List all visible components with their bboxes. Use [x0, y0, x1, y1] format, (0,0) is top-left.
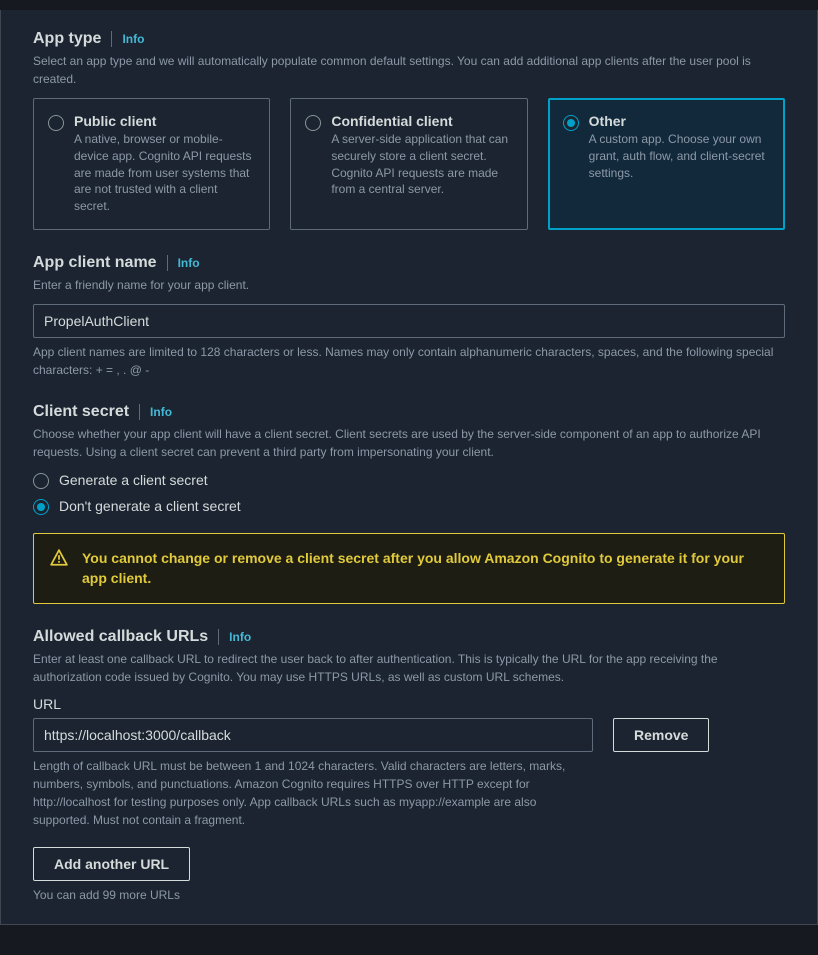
app-client-name-helper: App client names are limited to 128 char…	[33, 343, 785, 379]
app-client-settings-panel: App type Info Select an app type and we …	[0, 10, 818, 925]
callback-url-input[interactable]	[33, 718, 593, 752]
app-type-section: App type Info Select an app type and we …	[33, 30, 785, 230]
add-url-row: Add another URL	[33, 847, 785, 881]
label-row: App type Info	[33, 30, 785, 48]
app-client-name-section: App client name Info Enter a friendly na…	[33, 254, 785, 379]
client-secret-section: Client secret Info Choose whether your a…	[33, 403, 785, 604]
warning-text: You cannot change or remove a client sec…	[82, 548, 768, 589]
app-type-tiles: Public client A native, browser or mobil…	[33, 98, 785, 230]
radio-icon	[48, 115, 64, 131]
radio-icon	[563, 115, 579, 131]
client-secret-option-generate[interactable]: Generate a client secret	[33, 471, 785, 489]
callback-url-helper: Length of callback URL must be between 1…	[33, 757, 593, 829]
warning-icon	[50, 549, 68, 567]
separator	[218, 629, 219, 645]
radio-label: Generate a client secret	[59, 472, 208, 488]
app-type-info-link[interactable]: Info	[122, 32, 144, 46]
app-client-name-input[interactable]	[33, 304, 785, 338]
separator	[167, 255, 168, 271]
app-client-name-title: App client name	[33, 254, 157, 272]
tile-desc: A native, browser or mobile-device app. …	[74, 131, 253, 215]
add-url-helper: You can add 99 more URLs	[33, 886, 785, 904]
app-type-option-confidential-client[interactable]: Confidential client A server-side applic…	[290, 98, 527, 230]
radio-label: Don't generate a client secret	[59, 498, 241, 514]
callback-urls-desc: Enter at least one callback URL to redir…	[33, 650, 785, 686]
add-another-url-button[interactable]: Add another URL	[33, 847, 190, 881]
app-type-title: App type	[33, 30, 101, 48]
radio-icon	[33, 499, 49, 515]
client-secret-desc: Choose whether your app client will have…	[33, 425, 785, 461]
app-type-option-other[interactable]: Other A custom app. Choose your own gran…	[548, 98, 785, 230]
callback-urls-section: Allowed callback URLs Info Enter at leas…	[33, 628, 785, 904]
tile-title: Confidential client	[331, 113, 510, 129]
client-secret-option-dont-generate[interactable]: Don't generate a client secret	[33, 497, 785, 515]
client-secret-info-link[interactable]: Info	[150, 405, 172, 419]
app-type-desc: Select an app type and we will automatic…	[33, 52, 785, 88]
tile-desc: A custom app. Choose your own grant, aut…	[589, 131, 768, 181]
callback-url-row: Remove	[33, 718, 785, 752]
separator	[139, 404, 140, 420]
remove-url-button[interactable]: Remove	[613, 718, 709, 752]
client-secret-title: Client secret	[33, 403, 129, 421]
app-client-name-info-link[interactable]: Info	[178, 256, 200, 270]
client-secret-warning: You cannot change or remove a client sec…	[33, 533, 785, 604]
separator	[111, 31, 112, 47]
app-client-name-desc: Enter a friendly name for your app clien…	[33, 276, 785, 294]
label-row: Allowed callback URLs Info	[33, 628, 785, 646]
tile-title: Public client	[74, 113, 253, 129]
tile-desc: A server-side application that can secur…	[331, 131, 510, 198]
radio-icon	[33, 473, 49, 489]
app-type-option-public-client[interactable]: Public client A native, browser or mobil…	[33, 98, 270, 230]
label-row: Client secret Info	[33, 403, 785, 421]
label-row: App client name Info	[33, 254, 785, 272]
radio-icon	[305, 115, 321, 131]
tile-title: Other	[589, 113, 768, 129]
url-label: URL	[33, 696, 785, 712]
callback-urls-info-link[interactable]: Info	[229, 630, 251, 644]
callback-urls-title: Allowed callback URLs	[33, 628, 208, 646]
